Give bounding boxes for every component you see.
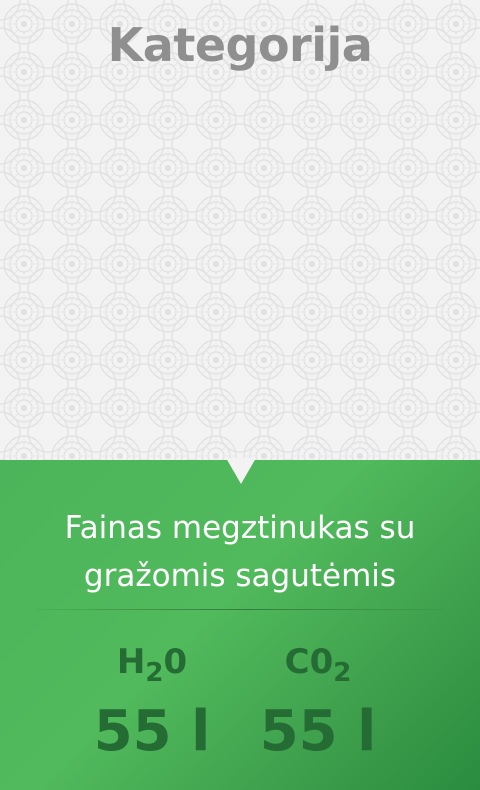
category-heading: Kategorija xyxy=(107,18,373,72)
co2-label: C02 xyxy=(284,642,352,688)
water-stat: H20 55 l xyxy=(72,640,232,767)
co2-stat: C02 55 l xyxy=(238,640,398,767)
water-value: 55 l xyxy=(93,699,211,764)
water-label: H20 xyxy=(116,642,188,688)
product-title[interactable]: Fainas megztinukas su gražomis sagutėmis xyxy=(10,504,470,600)
product-card[interactable]: Kategorija Fainas megztinukas su gražomi… xyxy=(0,0,480,790)
product-title-line-1: Fainas megztinukas su xyxy=(64,510,416,546)
divider xyxy=(36,609,444,610)
product-title-line-2: gražomis sagutėmis xyxy=(83,558,397,594)
co2-value: 55 l xyxy=(259,699,377,764)
panel-pointer xyxy=(226,458,256,484)
